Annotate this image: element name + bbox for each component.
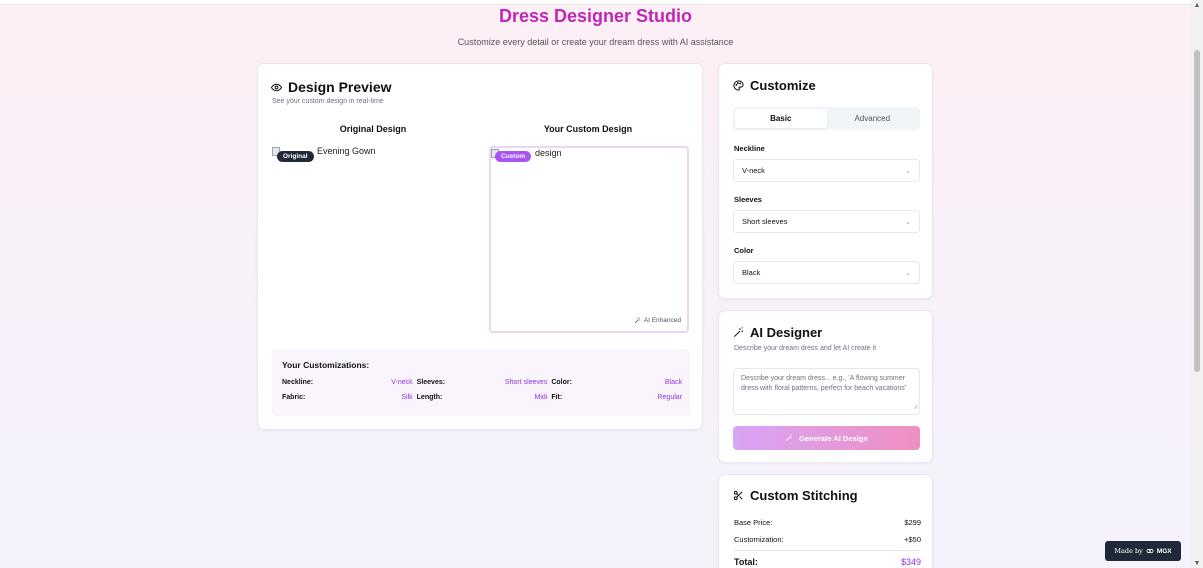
color-label: Color <box>734 246 754 255</box>
customizations-title: Your Customizations: <box>282 360 370 370</box>
eye-icon <box>271 83 282 91</box>
summary-color: Color: Black <box>551 379 682 386</box>
sparkles-icon <box>634 317 640 324</box>
page-scrollbar[interactable]: ▲ ▼ <box>1191 0 1203 568</box>
page-subtitle: Customize every detail or create your dr… <box>457 37 734 47</box>
palette-icon <box>733 80 744 91</box>
tab-advanced[interactable]: Advanced <box>827 109 919 128</box>
design-preview-title: Design Preview <box>288 79 392 95</box>
summary-neckline: Neckline: V-neck <box>282 379 413 386</box>
sleeves-select[interactable]: Short sleeves ⌄ <box>733 210 920 233</box>
customize-card: Customize Basic Advanced Neckline V-neck… <box>718 63 933 299</box>
original-design-title: Original Design <box>339 124 407 134</box>
ai-enhanced-label: AI Enhanced <box>634 317 681 324</box>
top-border <box>0 0 1191 5</box>
custom-design-title: Your Custom Design <box>543 124 633 134</box>
chevron-down-icon: ⌄ <box>905 269 911 277</box>
custom-stitching-header: Custom Stitching <box>733 488 858 503</box>
total-price-row: Total: $349 <box>734 557 921 567</box>
sparkles-icon <box>786 434 793 441</box>
scroll-down-icon[interactable]: ▼ <box>1193 560 1201 567</box>
sleeves-label: Sleeves <box>734 195 762 204</box>
customize-header: Customize <box>733 78 816 93</box>
ai-designer-header: AI Designer <box>733 325 822 340</box>
ai-designer-card: AI Designer Describe your dream dress an… <box>718 310 933 463</box>
custom-design-image: design Custom AI Enhanced <box>489 146 689 333</box>
neckline-select[interactable]: V-neck ⌄ <box>733 159 920 182</box>
color-select[interactable]: Black ⌄ <box>733 261 920 284</box>
customize-tabs: Basic Advanced <box>733 107 920 130</box>
generate-ai-design-button[interactable]: Generate AI Design <box>733 426 920 450</box>
magic-wand-icon <box>734 327 743 337</box>
summary-length: Length: Midi <box>416 394 548 401</box>
original-image-alt: Evening Gown <box>317 146 376 156</box>
made-by-badge[interactable]: Made by MGX <box>1105 541 1181 561</box>
summary-fit: Fit: Regular <box>551 394 682 401</box>
scroll-up-icon[interactable]: ▲ <box>1193 2 1201 9</box>
custom-stitching-card: Custom Stitching Base Price: $299 Custom… <box>718 474 933 568</box>
neckline-label: Neckline <box>734 144 765 153</box>
customizations-summary: Your Customizations: Neckline: V-neck Sle… <box>272 349 690 416</box>
chevron-down-icon: ⌄ <box>905 218 911 226</box>
summary-fabric: Fabric: Silk <box>282 394 413 401</box>
custom-image-alt: design <box>535 148 562 158</box>
resize-handle-icon[interactable]: ∕∕ <box>915 403 917 413</box>
design-preview-subtitle: See your custom design in real-time <box>272 98 384 105</box>
scissors-icon <box>733 490 743 501</box>
design-preview-header: Design Preview <box>271 79 392 95</box>
customize-title: Customize <box>750 78 816 93</box>
custom-badge: Custom <box>495 151 532 162</box>
tab-basic[interactable]: Basic <box>735 109 827 128</box>
page-title: Dress Designer Studio <box>498 6 693 26</box>
ai-designer-subtitle: Describe your dream dress and let AI cre… <box>734 345 877 352</box>
scrollbar-thumb[interactable] <box>1194 50 1200 372</box>
price-divider <box>734 550 921 551</box>
custom-stitching-title: Custom Stitching <box>750 488 858 503</box>
design-preview-card: Design Preview See your custom design in… <box>257 63 703 430</box>
base-price-row: Base Price: $299 <box>734 518 921 527</box>
chevron-down-icon: ⌄ <box>905 167 911 175</box>
dress-description-input[interactable]: Describe your dream dress... e.g., 'A fl… <box>733 368 920 415</box>
original-badge: Original <box>277 151 314 162</box>
customization-price-row: Customization: +$50 <box>734 535 921 544</box>
ai-designer-title: AI Designer <box>750 325 823 340</box>
original-design-image: Evening Gown Original <box>272 146 472 333</box>
mgx-logo-icon <box>1146 548 1154 554</box>
summary-sleeves: Sleeves: Short sleeves <box>416 379 548 386</box>
